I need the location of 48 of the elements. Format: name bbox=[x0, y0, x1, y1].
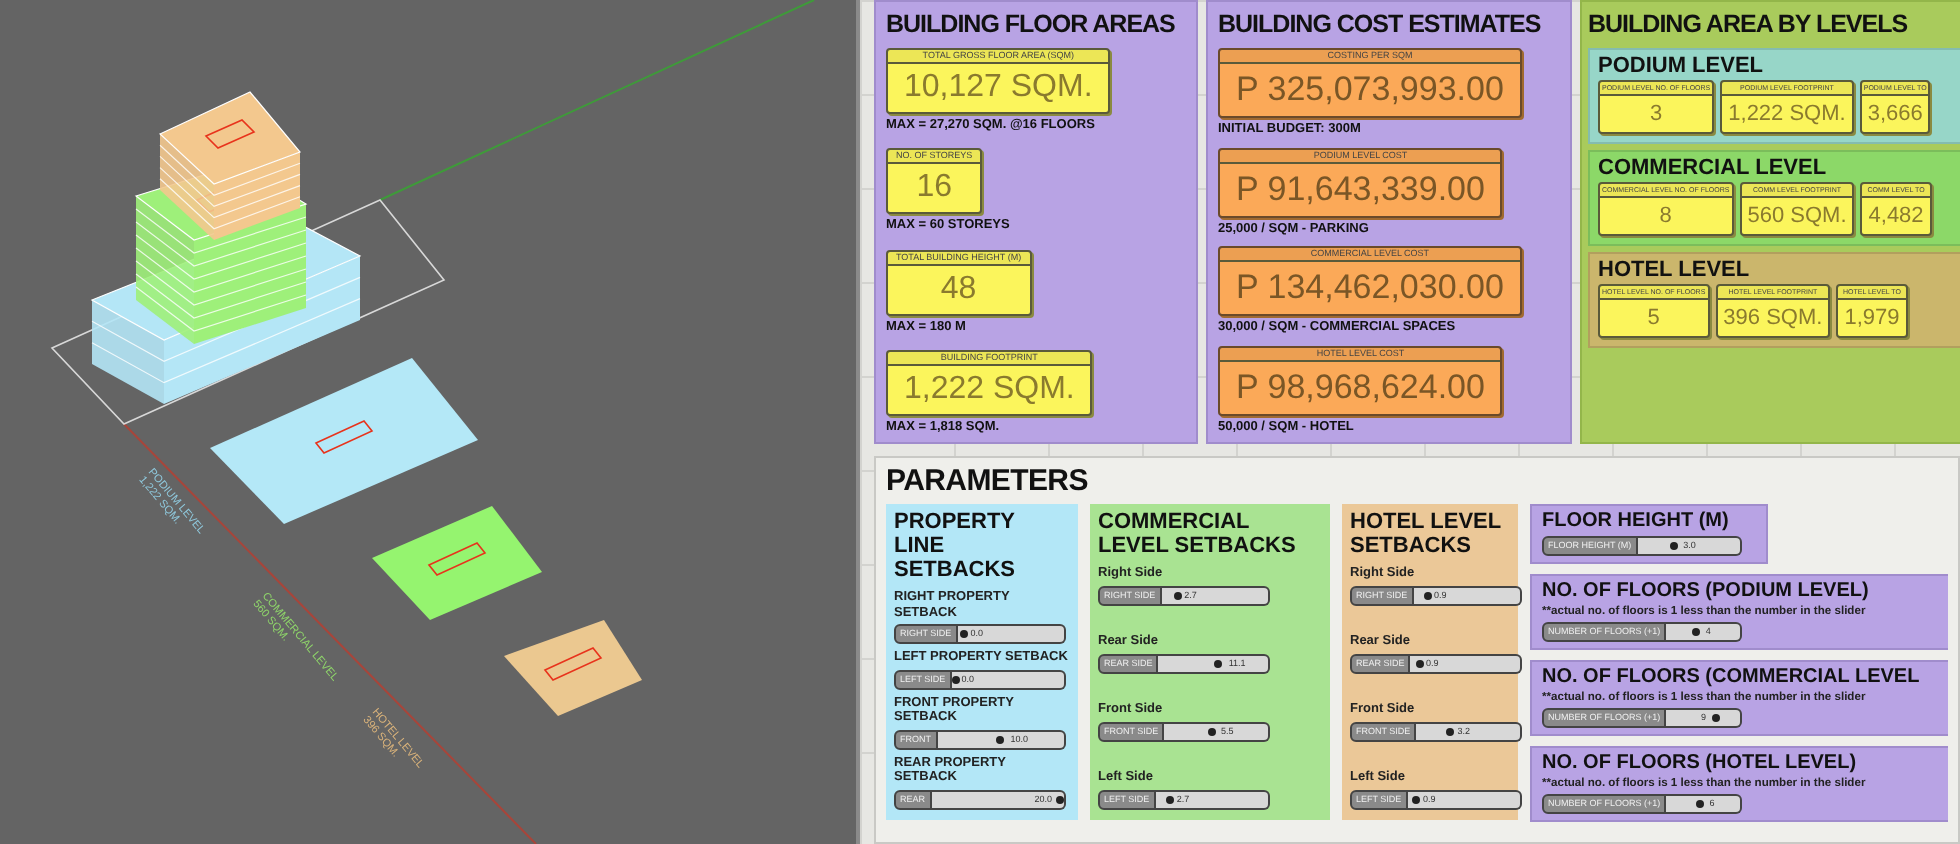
group-title: BUILDING FLOOR AREAS bbox=[886, 8, 1177, 42]
panel-value: 560 SQM. bbox=[1745, 202, 1849, 232]
setback-title: COMMERCIAL LEVEL SETBACKS bbox=[1098, 510, 1298, 558]
panel-value: P 91,643,339.00 bbox=[1234, 167, 1487, 212]
slider-title: NO. OF FLOORS (COMMERCIAL LEVEL bbox=[1542, 666, 1922, 688]
slider-title: FLOOR HEIGHT (M) bbox=[1542, 510, 1731, 532]
setback-title: HOTEL LEVEL SETBACKS bbox=[1350, 510, 1503, 558]
panel-value: 396 SQM. bbox=[1721, 304, 1825, 334]
slider-handle[interactable] bbox=[1214, 659, 1223, 668]
slider-handle[interactable] bbox=[1712, 714, 1721, 722]
group-title: BUILDING COST ESTIMATES bbox=[1218, 8, 1543, 42]
slider-handle[interactable] bbox=[996, 735, 1005, 744]
slider-handle[interactable] bbox=[1445, 727, 1454, 736]
slider-handle[interactable] bbox=[1670, 542, 1679, 550]
panel-value: 1,979 bbox=[1842, 304, 1902, 334]
panel-value: 5 bbox=[1645, 304, 1662, 334]
slider-title: NO. OF FLOORS (HOTEL LEVEL) bbox=[1542, 752, 1859, 774]
level-title: PODIUM LEVEL bbox=[1598, 54, 1766, 78]
group-title: BUILDING AREA BY LEVELS bbox=[1588, 8, 1910, 42]
slider-handle[interactable] bbox=[1056, 795, 1064, 804]
panel-value: 1,222 SQM. bbox=[902, 369, 1077, 410]
panel-value: 48 bbox=[938, 269, 979, 310]
slider-handle[interactable] bbox=[1412, 795, 1421, 804]
panel-value: 3 bbox=[1648, 100, 1665, 130]
panel-value: 16 bbox=[914, 168, 954, 209]
slider-handle[interactable] bbox=[1165, 795, 1174, 804]
slider-handle[interactable] bbox=[960, 630, 969, 638]
panel-value: P 134,462,030.00 bbox=[1234, 266, 1506, 311]
slider-handle[interactable] bbox=[951, 675, 960, 684]
setback-title: PROPERTY LINE SETBACKS bbox=[894, 510, 1018, 582]
slider-handle[interactable] bbox=[1173, 591, 1182, 599]
panel-value: 1,222 SQM. bbox=[1726, 100, 1848, 130]
panel-value: P 98,968,624.00 bbox=[1234, 365, 1487, 410]
slider-handle[interactable] bbox=[1695, 800, 1704, 808]
level-title: HOTEL LEVEL bbox=[1598, 258, 1752, 282]
level-title: COMMERCIAL LEVEL bbox=[1598, 156, 1829, 180]
slider-handle[interactable] bbox=[1207, 727, 1216, 736]
panel-value: P 325,073,993.00 bbox=[1234, 68, 1506, 112]
slider-handle[interactable] bbox=[1415, 659, 1424, 668]
floor-plate bbox=[504, 620, 642, 716]
slider-title: NO. OF FLOORS (PODIUM LEVEL) bbox=[1542, 580, 1871, 602]
panel-value: 8 bbox=[1657, 202, 1674, 232]
slider-handle[interactable] bbox=[1423, 591, 1432, 599]
panel-value: 3,666 bbox=[1865, 100, 1925, 130]
panel-value: 10,127 SQM. bbox=[902, 68, 1095, 108]
panel-value: 4,482 bbox=[1866, 202, 1926, 232]
slider-handle[interactable] bbox=[1692, 628, 1701, 636]
group-title: PARAMETERS bbox=[886, 464, 1090, 498]
